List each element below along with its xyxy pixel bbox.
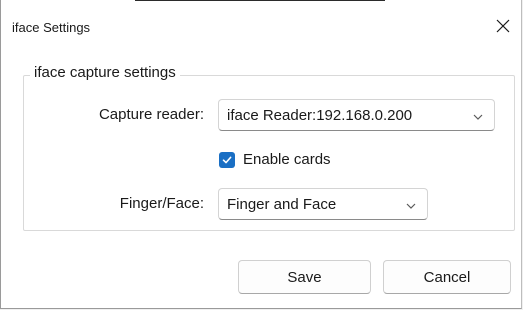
close-icon: [496, 19, 510, 33]
window-title: iface Settings: [12, 20, 91, 35]
enable-cards-checkbox[interactable]: Enable cards: [219, 151, 331, 168]
cancel-button[interactable]: Cancel: [383, 260, 511, 294]
capture-reader-label: Capture reader:: [98, 106, 204, 123]
capture-reader-select[interactable]: iface Reader:192.168.0.200: [218, 99, 495, 131]
enable-cards-label: Enable cards: [243, 151, 331, 168]
finger-face-value: Finger and Face: [227, 195, 337, 213]
finger-face-label: Finger/Face:: [119, 195, 204, 212]
close-button[interactable]: [485, 8, 521, 44]
group-legend: iface capture settings: [30, 64, 180, 81]
title-bar[interactable]: iface Settings: [1, 0, 521, 46]
save-button[interactable]: Save: [238, 260, 371, 294]
checkmark-icon: [219, 151, 235, 168]
settings-dialog: iface Settings iface capture settings Ca…: [0, 0, 522, 309]
finger-face-select[interactable]: Finger and Face: [218, 188, 428, 220]
chevron-down-icon: [472, 110, 484, 127]
capture-reader-value: iface Reader:192.168.0.200: [227, 106, 413, 124]
chevron-down-icon: [405, 199, 417, 216]
